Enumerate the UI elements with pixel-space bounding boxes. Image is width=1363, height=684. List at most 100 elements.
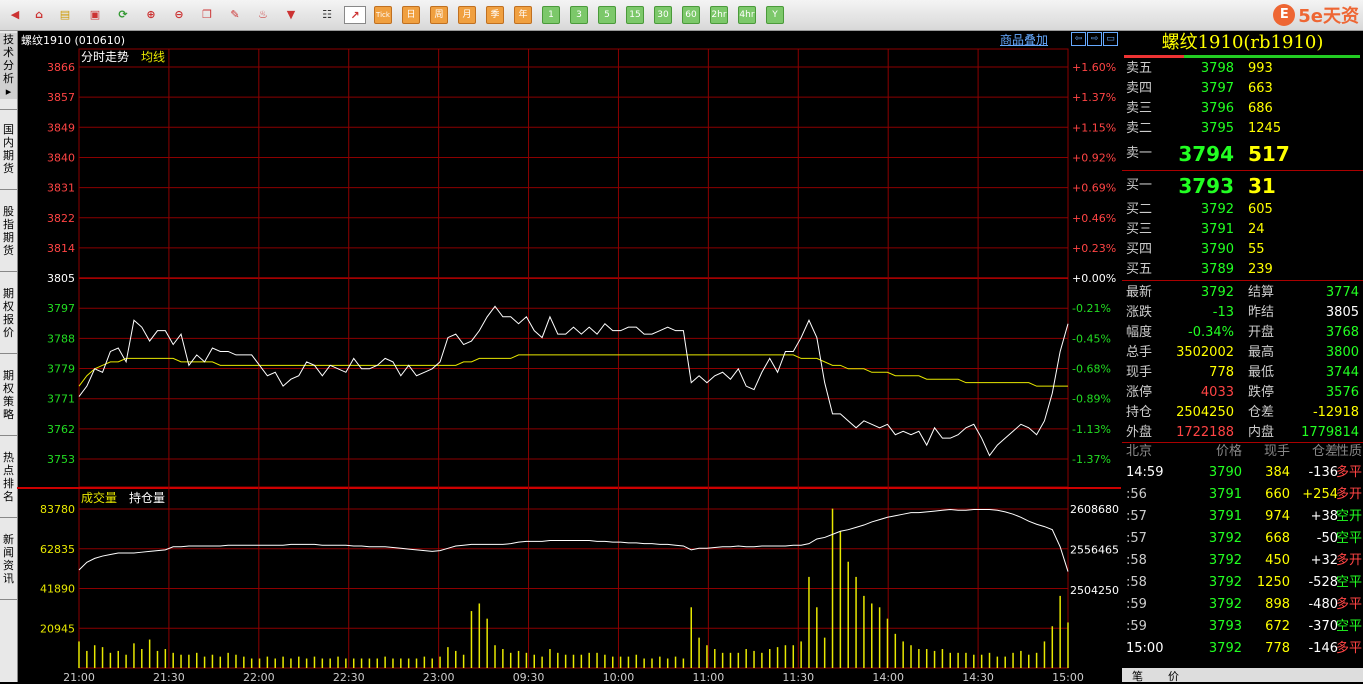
tick-row[interactable]: :58 3792 1250 -528 空平 <box>1122 572 1363 594</box>
bid-label: 买三 <box>1126 222 1153 237</box>
tick-row[interactable]: 15:00 3792 778 -146 多平 <box>1122 638 1363 660</box>
book-divider <box>1122 280 1363 281</box>
period-y[interactable]: Y <box>766 6 784 24</box>
volume-tick-label: 20945 <box>40 622 75 635</box>
table-icon[interactable]: ☷ <box>318 6 336 24</box>
stats-row: 幅度 -0.34% 开盘 3768 <box>1122 323 1363 343</box>
ask-volume: 993 <box>1248 61 1273 76</box>
prev-icon[interactable]: ⇦ <box>1071 32 1086 46</box>
pct-tick-label: +0.92% <box>1072 151 1116 164</box>
bottom-tabs: 笔 价 <box>1122 668 1363 683</box>
tick-row[interactable]: :59 3792 898 -480 多平 <box>1122 594 1363 616</box>
stat-value: 778 <box>1209 365 1234 380</box>
toolbar: ◀ ⌂ ▤ ▣ ⟳ ⊕ ⊖ ❐ ✎ ♨ ▼ ☷ ↗ Tick 日 周 月 季 年… <box>0 0 1363 31</box>
sidebar-tab-options-quote[interactable]: 期权报价 <box>0 287 17 343</box>
stats-row: 涨停 4033 跌停 3576 <box>1122 383 1363 403</box>
bid-row: 买三 3791 24 <box>1122 220 1363 240</box>
period-5min[interactable]: 5 <box>598 6 616 24</box>
refresh-icon[interactable]: ⟳ <box>114 6 132 24</box>
tick-row[interactable]: :57 3791 974 +38 空开 <box>1122 506 1363 528</box>
tick-nature: 多开 <box>1335 553 1362 568</box>
pct-tick-label: +1.60% <box>1072 61 1116 74</box>
stat-label: 开盘 <box>1248 325 1275 340</box>
tick-row[interactable]: :56 3791 660 +254 多开 <box>1122 484 1363 506</box>
tick-volume: 974 <box>1265 509 1290 524</box>
tick-price: 3792 <box>1208 575 1242 590</box>
sidebar-tab-news[interactable]: 新闻资讯 <box>0 533 17 589</box>
expand-icon[interactable]: ▭ <box>1103 32 1118 46</box>
home-icon[interactable]: ⌂ <box>30 6 48 24</box>
tick-nature: 多开 <box>1335 487 1362 502</box>
ask-label: 卖一 <box>1126 146 1153 161</box>
sidebar-tab-technical[interactable]: 技术分析 ▸ <box>0 33 17 99</box>
ask-label: 卖三 <box>1126 101 1153 116</box>
tick-nature: 多平 <box>1335 597 1362 612</box>
alert-icon[interactable]: ♨ <box>254 6 272 24</box>
stat-label: 持仓 <box>1126 405 1153 420</box>
best-bid-row: 买一 3793 31 <box>1122 173 1363 199</box>
best-ask-row: 卖一 3794 517 <box>1122 141 1363 167</box>
period-4hr[interactable]: 4hr <box>738 6 756 24</box>
tick-row[interactable]: :57 3792 668 -50 空平 <box>1122 528 1363 550</box>
time-tick-label: 22:30 <box>333 671 365 682</box>
tick-button[interactable]: Tick <box>374 6 392 24</box>
period-30min[interactable]: 30 <box>654 6 672 24</box>
sidebar-tab-hot-ranking[interactable]: 热点排名 <box>0 451 17 507</box>
logo: E 5e天资 <box>1273 3 1359 27</box>
price-tick-label: 3797 <box>47 302 75 315</box>
period-3min[interactable]: 3 <box>570 6 588 24</box>
period-week[interactable]: 周 <box>430 6 448 24</box>
draw-icon[interactable]: ✎ <box>226 6 244 24</box>
list-icon[interactable]: ▤ <box>56 6 74 24</box>
tick-nature: 多平 <box>1335 641 1362 656</box>
period-60min[interactable]: 60 <box>682 6 700 24</box>
logo-text: 5e天资 <box>1298 6 1359 27</box>
window-icon[interactable]: ❐ <box>198 6 216 24</box>
price-tick-label: 3771 <box>47 393 75 406</box>
sidebar-tab-domestic-futures[interactable]: 国内期货 <box>0 123 17 179</box>
tick-row[interactable]: 14:59 3790 384 -136 多平 <box>1122 462 1363 484</box>
period-2hr[interactable]: 2hr <box>710 6 728 24</box>
period-year[interactable]: 年 <box>514 6 532 24</box>
tick-row[interactable]: :59 3793 672 -370 空平 <box>1122 616 1363 638</box>
period-15min[interactable]: 15 <box>626 6 644 24</box>
bid-price: 3790 <box>1200 242 1234 257</box>
filter-icon[interactable]: ▼ <box>282 6 300 24</box>
period-month[interactable]: 月 <box>458 6 476 24</box>
back-icon[interactable]: ◀ <box>6 6 24 24</box>
legend-volume: 成交量 <box>81 490 117 505</box>
bid-volume: 55 <box>1248 242 1265 257</box>
price-tick-label: 3849 <box>47 121 75 134</box>
stat-label: 涨停 <box>1126 385 1153 400</box>
tick-row[interactable]: :58 3792 450 +32 多开 <box>1122 550 1363 572</box>
minute-chart-icon[interactable]: ↗ <box>344 6 366 24</box>
bid-row: 买五 3789 239 <box>1122 260 1363 280</box>
ticks-header-price: 价格 <box>1215 444 1242 459</box>
bid-label: 买一 <box>1126 178 1153 193</box>
commodity-overlay-link[interactable]: 商品叠加 <box>1000 31 1048 48</box>
tick-volume: 898 <box>1265 597 1290 612</box>
period-quarter[interactable]: 季 <box>486 6 504 24</box>
next-icon[interactable]: ⇨ <box>1087 32 1102 46</box>
bid-label: 买五 <box>1126 262 1153 277</box>
tick-time: :59 <box>1126 597 1147 612</box>
period-1min[interactable]: 1 <box>542 6 560 24</box>
stat-label: 总手 <box>1126 345 1153 360</box>
pct-tick-label: -0.21% <box>1072 302 1111 315</box>
tick-volume: 778 <box>1265 641 1290 656</box>
intraday-chart[interactable]: 3866 +1.60% 3857 +1.37% 3849 +1.15% 3840 +0.92%… <box>17 31 1121 682</box>
pct-tick-label: +0.23% <box>1072 242 1116 255</box>
sidebar-tab-index-futures[interactable]: 股指期货 <box>0 205 17 261</box>
price-line <box>78 305 1069 457</box>
logo-badge: E <box>1273 4 1296 26</box>
zoom-out-icon[interactable]: ⊖ <box>170 6 188 24</box>
price-tick-label: 3805 <box>47 272 75 285</box>
period-day[interactable]: 日 <box>402 6 420 24</box>
f10-icon[interactable]: ▣ <box>86 6 104 24</box>
stat-value: -13 <box>1212 305 1234 320</box>
pct-tick-label: -1.37% <box>1072 453 1111 466</box>
price-tick-label: 3779 <box>47 363 75 376</box>
chart-canvas[interactable]: 3866 +1.60% 3857 +1.37% 3849 +1.15% 3840 +0.92%… <box>17 31 1121 682</box>
sidebar-tab-options-strategy[interactable]: 期权策略 <box>0 369 17 425</box>
zoom-in-icon[interactable]: ⊕ <box>142 6 160 24</box>
